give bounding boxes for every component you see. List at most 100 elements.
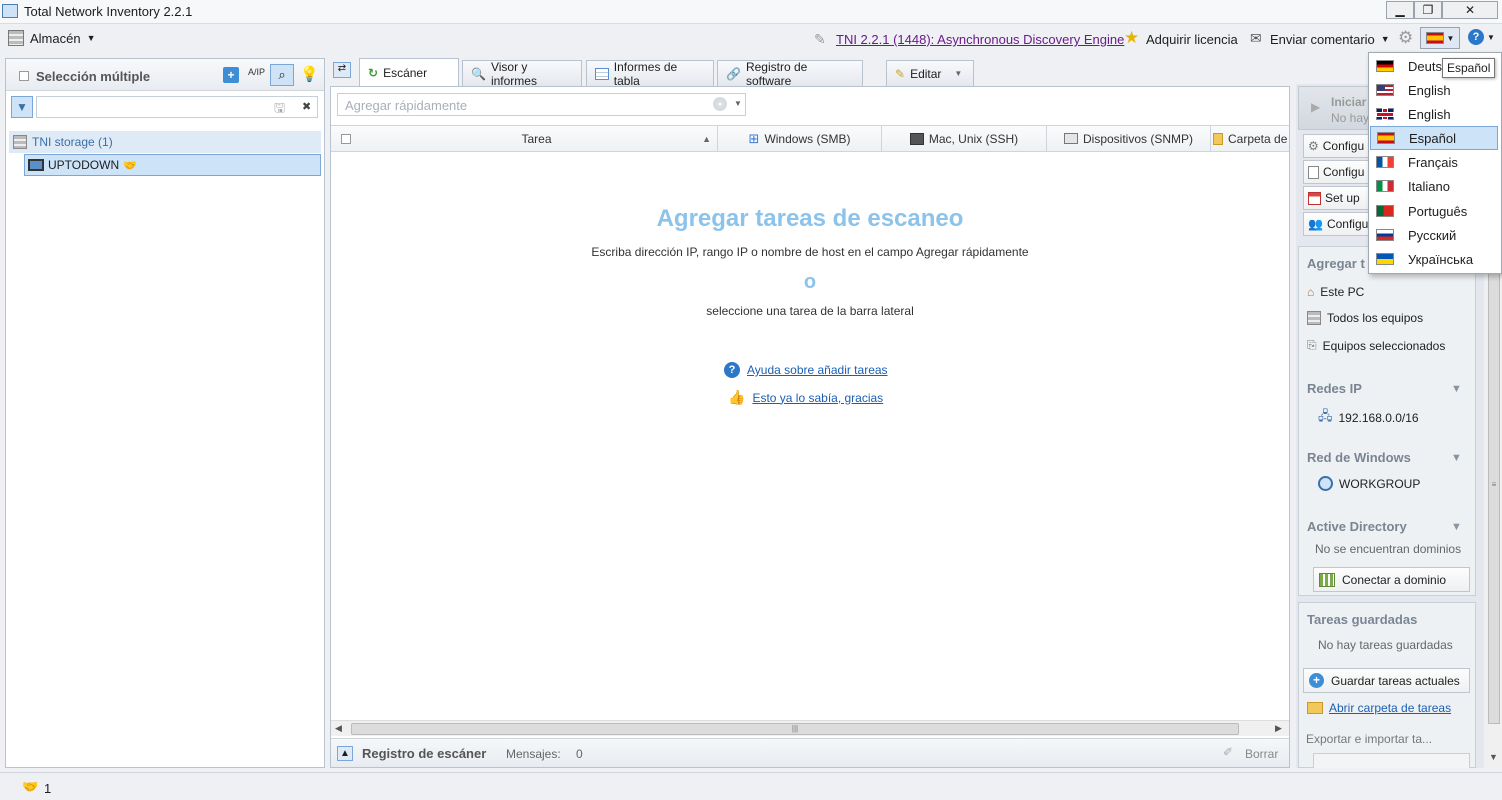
add-icon[interactable]: + xyxy=(223,67,239,83)
tree-node-uptodown[interactable]: UPTODOWN 🤝 xyxy=(24,154,321,176)
help-icon: ? xyxy=(1468,29,1484,45)
storage-icon xyxy=(8,30,24,46)
column-folder[interactable]: Carpeta de xyxy=(1211,125,1289,152)
language-item-espanol[interactable]: Español xyxy=(1370,126,1498,150)
language-item-english-us[interactable]: English xyxy=(1370,78,1498,102)
config-button-2[interactable]: Configu xyxy=(1303,160,1369,184)
sort-az-ip-icon[interactable]: A/IP xyxy=(248,67,265,77)
tab-table-reports[interactable]: Informes de tabla xyxy=(586,60,714,88)
scroll-down-icon[interactable]: ▼ xyxy=(1489,752,1498,762)
start-scan-panel[interactable]: ▶ Iniciar No hay xyxy=(1298,86,1370,130)
help-link-row[interactable]: ? Ayuda sobre añadir tareas xyxy=(724,362,888,378)
terminal-icon xyxy=(909,132,924,145)
open-folder-row[interactable]: Abrir carpeta de tareas xyxy=(1307,701,1451,715)
item-label: 192.168.0.0/16 xyxy=(1338,411,1419,425)
feedback-menu[interactable]: Enviar comentario ▼ xyxy=(1270,32,1390,47)
scroll-left-icon[interactable]: ◀ xyxy=(335,723,342,734)
column-windows-smb[interactable]: ⊞ Windows (SMB) xyxy=(718,125,882,152)
collapse-icon[interactable]: ▼ xyxy=(1451,521,1462,533)
language-item-english-uk[interactable]: English xyxy=(1370,102,1498,126)
scroll-right-icon[interactable]: ▶ xyxy=(1275,723,1282,734)
maximize-button[interactable]: ❐ xyxy=(1414,1,1442,19)
buy-license-button[interactable]: Adquirir licencia xyxy=(1146,32,1238,47)
scroll-thumb[interactable]: ≡ xyxy=(1488,264,1500,724)
filter-icon[interactable]: ▼ xyxy=(11,96,33,118)
search-icon[interactable]: ⌕ xyxy=(270,64,294,86)
language-item-ukrainian[interactable]: Українська xyxy=(1370,247,1498,271)
help-link[interactable]: Ayuda sobre añadir tareas xyxy=(747,363,888,377)
tree-root[interactable]: TNI storage (1) xyxy=(9,131,321,153)
language-label: Українська xyxy=(1408,251,1474,267)
bulb-icon[interactable]: 💡 xyxy=(300,65,319,83)
select-all-checkbox[interactable] xyxy=(341,134,351,144)
workgroup-item[interactable]: WORKGROUP xyxy=(1318,476,1420,491)
clear-filter-icon[interactable]: ✖ xyxy=(302,100,311,113)
ip-network-item[interactable]: 🖧 192.168.0.0/16 xyxy=(1318,407,1419,429)
column-label: Windows (SMB) xyxy=(764,131,851,146)
portugal-flag-icon xyxy=(1376,205,1394,217)
connect-domain-button[interactable]: Conectar a dominio xyxy=(1313,567,1470,592)
dismiss-link[interactable]: Esto ya lo sabía, gracias xyxy=(752,391,883,405)
tab-software-registry[interactable]: 🔗 Registro de software xyxy=(717,60,863,88)
minimize-button[interactable]: ▁ xyxy=(1386,1,1414,19)
scroll-thumb[interactable]: ||| xyxy=(351,723,1239,735)
version-link[interactable]: TNI 2.2.1 (1448): Asynchronous Discovery… xyxy=(836,32,1124,47)
center-panel xyxy=(330,86,1290,768)
storage-menu[interactable]: Almacén ▼ xyxy=(8,30,96,46)
language-button[interactable]: ▼ xyxy=(1420,27,1460,49)
ukraine-flag-icon xyxy=(1376,253,1394,265)
selected-computers-item[interactable]: ⎘ Equipos seleccionados xyxy=(1307,338,1445,353)
quick-add-field[interactable]: Agregar rápidamente + ▼ xyxy=(337,93,746,116)
save-filter-icon[interactable]: 🖫 xyxy=(274,99,285,121)
tab-edit[interactable]: ✎ Editar ▼ xyxy=(886,60,974,86)
column-mac-unix-ssh[interactable]: Mac, Unix (SSH) xyxy=(882,125,1047,152)
dismiss-link-row[interactable]: 👍 Esto ya lo sabía, gracias xyxy=(728,389,883,406)
export-button-partial[interactable] xyxy=(1313,753,1470,768)
collapse-icon[interactable]: ▼ xyxy=(1451,383,1462,395)
left-panel: Selección múltiple + A/IP ⌕ 💡 ▼ 🖫 ✖ TNI … xyxy=(5,58,325,768)
column-task[interactable]: Tarea ▲ xyxy=(356,125,718,152)
horizontal-scrollbar[interactable]: ◀ ||| ▶ xyxy=(331,720,1289,736)
play-icon: ▶ xyxy=(1311,100,1321,114)
language-item-italiano[interactable]: Italiano xyxy=(1370,174,1498,198)
collapse-icon[interactable]: ▼ xyxy=(1451,452,1462,464)
chevron-down-icon: ▼ xyxy=(1380,34,1390,44)
language-label: Español xyxy=(1409,130,1456,146)
gear-icon[interactable]: ⚙ xyxy=(1398,28,1413,48)
tab-viewer-reports[interactable]: 🔍 Visor y informes xyxy=(462,60,582,88)
multi-select-checkbox[interactable] xyxy=(19,71,29,81)
add-icon: + xyxy=(1309,673,1324,688)
chevron-down-icon: ▼ xyxy=(1446,33,1455,43)
folder-icon xyxy=(1213,132,1223,145)
language-item-russian[interactable]: Русский xyxy=(1370,223,1498,247)
handshake-icon: 🤝 xyxy=(123,159,137,172)
language-item-francais[interactable]: Français xyxy=(1370,150,1498,174)
spain-flag-icon xyxy=(1425,32,1444,44)
column-label: Carpeta de xyxy=(1228,131,1288,146)
windows-network-heading: Red de Windows xyxy=(1307,450,1411,465)
gear-icon: ⚙ xyxy=(1308,139,1319,153)
language-item-portugues[interactable]: Português xyxy=(1370,199,1498,223)
tabs-back-icon[interactable]: ⇄ xyxy=(333,62,351,78)
config-button-1[interactable]: ⚙ Configu xyxy=(1303,134,1369,158)
column-devices-snmp[interactable]: Dispositivos (SNMP) xyxy=(1047,125,1211,152)
clear-log-button[interactable]: Borrar xyxy=(1245,747,1278,761)
leaf-icon: ✎ xyxy=(814,31,826,47)
add-circle-icon[interactable]: + xyxy=(713,97,727,111)
network-icon: ⎘ xyxy=(1307,338,1317,352)
chevron-down-icon: ▼ xyxy=(86,33,96,43)
this-pc-item[interactable]: ⌂ Este PC xyxy=(1307,285,1364,299)
config-button-4[interactable]: 👥 Configu xyxy=(1303,212,1369,236)
chevron-down-icon[interactable]: ▼ xyxy=(734,99,742,108)
all-computers-item[interactable]: Todos los equipos xyxy=(1307,311,1423,325)
expand-log-icon[interactable]: ▲ xyxy=(337,746,353,761)
start-label: Iniciar xyxy=(1331,95,1367,109)
help-menu[interactable]: ? ▼ xyxy=(1468,29,1495,45)
setup-button[interactable]: Set up xyxy=(1303,186,1369,210)
close-button[interactable]: ✕ xyxy=(1442,1,1498,19)
save-tasks-button[interactable]: + Guardar tareas actuales xyxy=(1303,668,1470,693)
tab-scanner[interactable]: ↻ Escáner xyxy=(359,58,459,86)
pencil-icon: ✎ xyxy=(895,66,906,81)
storage-icon xyxy=(13,135,27,149)
open-folder-link[interactable]: Abrir carpeta de tareas xyxy=(1329,701,1451,715)
